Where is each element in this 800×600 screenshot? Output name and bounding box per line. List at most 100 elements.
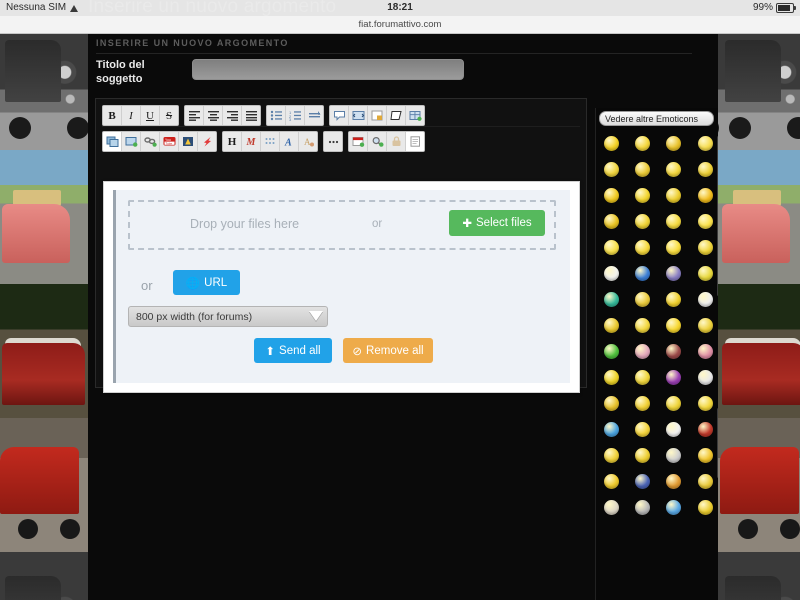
emoticon-golden[interactable] — [690, 442, 718, 468]
subject-input[interactable] — [192, 59, 464, 80]
emoticon-sleep[interactable] — [596, 416, 627, 442]
emoticon-pig[interactable] — [627, 338, 658, 364]
emoticon-star[interactable] — [627, 260, 658, 286]
preview-button[interactable] — [406, 132, 424, 151]
emoticon-planet[interactable] — [658, 260, 689, 286]
emoticon-ghost[interactable] — [658, 416, 689, 442]
font-color-button[interactable]: A — [299, 132, 317, 151]
emoticon-sad[interactable] — [658, 182, 689, 208]
emoticon-plain[interactable] — [658, 208, 689, 234]
emoticon-tongue[interactable] — [596, 182, 627, 208]
emoticon-scream[interactable] — [690, 364, 718, 390]
emoticon-grin[interactable] — [596, 130, 627, 156]
table-button[interactable] — [406, 106, 424, 125]
emoticon-happy[interactable] — [690, 130, 718, 156]
hide-button[interactable] — [387, 106, 406, 125]
emoticon-silly[interactable] — [596, 312, 627, 338]
emoticon-bomb[interactable] — [690, 416, 718, 442]
emoticon-party[interactable] — [658, 390, 689, 416]
emoticon-blank[interactable] — [690, 208, 718, 234]
emoticon-smile[interactable] — [627, 130, 658, 156]
search-button[interactable] — [368, 132, 387, 151]
emoticon-sunny[interactable] — [627, 286, 658, 312]
emoticon-spider[interactable] — [627, 494, 658, 520]
emoticon-gift[interactable] — [658, 468, 689, 494]
bold-button[interactable]: B — [103, 106, 122, 125]
emoticon-bubbles[interactable] — [690, 390, 718, 416]
code-button[interactable] — [349, 106, 368, 125]
emoticon-monster[interactable] — [658, 338, 689, 364]
emoticon-purple[interactable] — [658, 364, 689, 390]
emoticon-sunglasses[interactable] — [627, 156, 658, 182]
emoticon-devilish[interactable] — [658, 286, 689, 312]
emoticon-small[interactable] — [627, 364, 658, 390]
quote-button[interactable] — [330, 106, 349, 125]
emoticon-heart[interactable] — [690, 260, 718, 286]
emoticon-sun[interactable] — [627, 416, 658, 442]
insert-link-button[interactable] — [141, 132, 160, 151]
emoticon-crown[interactable] — [596, 468, 627, 494]
emoticon-flower[interactable] — [658, 494, 689, 520]
emoticon-scrollbar-lower[interactable] — [717, 408, 718, 478]
url-button[interactable]: 🌐 URL — [173, 270, 240, 295]
emoticon-book[interactable] — [596, 494, 627, 520]
emoticon-reindeer[interactable] — [627, 442, 658, 468]
emoticon-inlove[interactable] — [690, 182, 718, 208]
emoticon-cry[interactable] — [596, 208, 627, 234]
emoticon-clown[interactable] — [690, 286, 718, 312]
align-center-button[interactable] — [204, 106, 223, 125]
emoticon-scrollbar[interactable] — [717, 136, 718, 296]
insert-flash-button[interactable] — [198, 132, 216, 151]
more-options-button[interactable] — [324, 132, 342, 151]
lock-button[interactable] — [387, 132, 406, 151]
select-files-button[interactable]: ✚ Select files — [449, 210, 545, 236]
strikethrough-button[interactable]: S — [160, 106, 178, 125]
emoticon-cool[interactable] — [658, 130, 689, 156]
emoticon-yellow[interactable] — [658, 312, 689, 338]
font-style-button[interactable]: M — [242, 132, 261, 151]
emoticon-knight[interactable] — [658, 442, 689, 468]
send-all-button[interactable]: ⬆ Send all — [254, 338, 332, 363]
emoticon-idea[interactable] — [627, 234, 658, 260]
emoticon-ball[interactable] — [596, 234, 627, 260]
bullet-list-button[interactable] — [267, 106, 286, 125]
emoticon-neutral[interactable] — [690, 156, 718, 182]
font-family-button[interactable]: A — [280, 132, 299, 151]
more-emoticons-button[interactable]: Vedere altre Emoticons — [599, 111, 714, 126]
insert-image-button[interactable] — [103, 132, 122, 151]
file-dropzone[interactable]: Drop your files here or ✚ Select files — [128, 200, 556, 250]
italic-button[interactable]: I — [122, 106, 141, 125]
browser-url-bar[interactable]: fiat.forumattivo.com — [0, 16, 800, 34]
emoticon-jester[interactable] — [627, 468, 658, 494]
emoticon-cheers[interactable] — [627, 390, 658, 416]
align-justify-button[interactable] — [242, 106, 260, 125]
calendar-button[interactable] — [349, 132, 368, 151]
indent-button[interactable] — [305, 106, 323, 125]
emoticon-shocked[interactable] — [596, 156, 627, 182]
emoticon-chef[interactable] — [690, 468, 718, 494]
emoticon-shades[interactable] — [690, 494, 718, 520]
underline-button[interactable]: U — [141, 106, 160, 125]
emoticon-nervous[interactable] — [690, 312, 718, 338]
emoticon-frog[interactable] — [596, 338, 627, 364]
emoticon-santa[interactable] — [596, 442, 627, 468]
spoiler-button[interactable] — [368, 106, 387, 125]
emoticon-pacman[interactable] — [658, 234, 689, 260]
insert-media-button[interactable] — [179, 132, 198, 151]
emoticon-laugh[interactable] — [658, 156, 689, 182]
emoticon-piggy[interactable] — [690, 338, 718, 364]
emoticon-sleepy[interactable] — [627, 208, 658, 234]
remove-all-button[interactable]: ⊘ Remove all — [343, 338, 433, 363]
heading-button[interactable]: H — [223, 132, 242, 151]
emoticon-bigsmile[interactable] — [596, 364, 627, 390]
emoticon-eyes[interactable] — [596, 260, 627, 286]
insert-attachment-button[interactable] — [122, 132, 141, 151]
emoticon-alien[interactable] — [596, 286, 627, 312]
emoticon-cheeky[interactable] — [627, 312, 658, 338]
align-right-button[interactable] — [223, 106, 242, 125]
font-size-button[interactable] — [261, 132, 280, 151]
align-left-button[interactable] — [185, 106, 204, 125]
emoticon-meh[interactable] — [627, 182, 658, 208]
emoticon-drink[interactable] — [596, 390, 627, 416]
emoticon-worry[interactable] — [690, 234, 718, 260]
